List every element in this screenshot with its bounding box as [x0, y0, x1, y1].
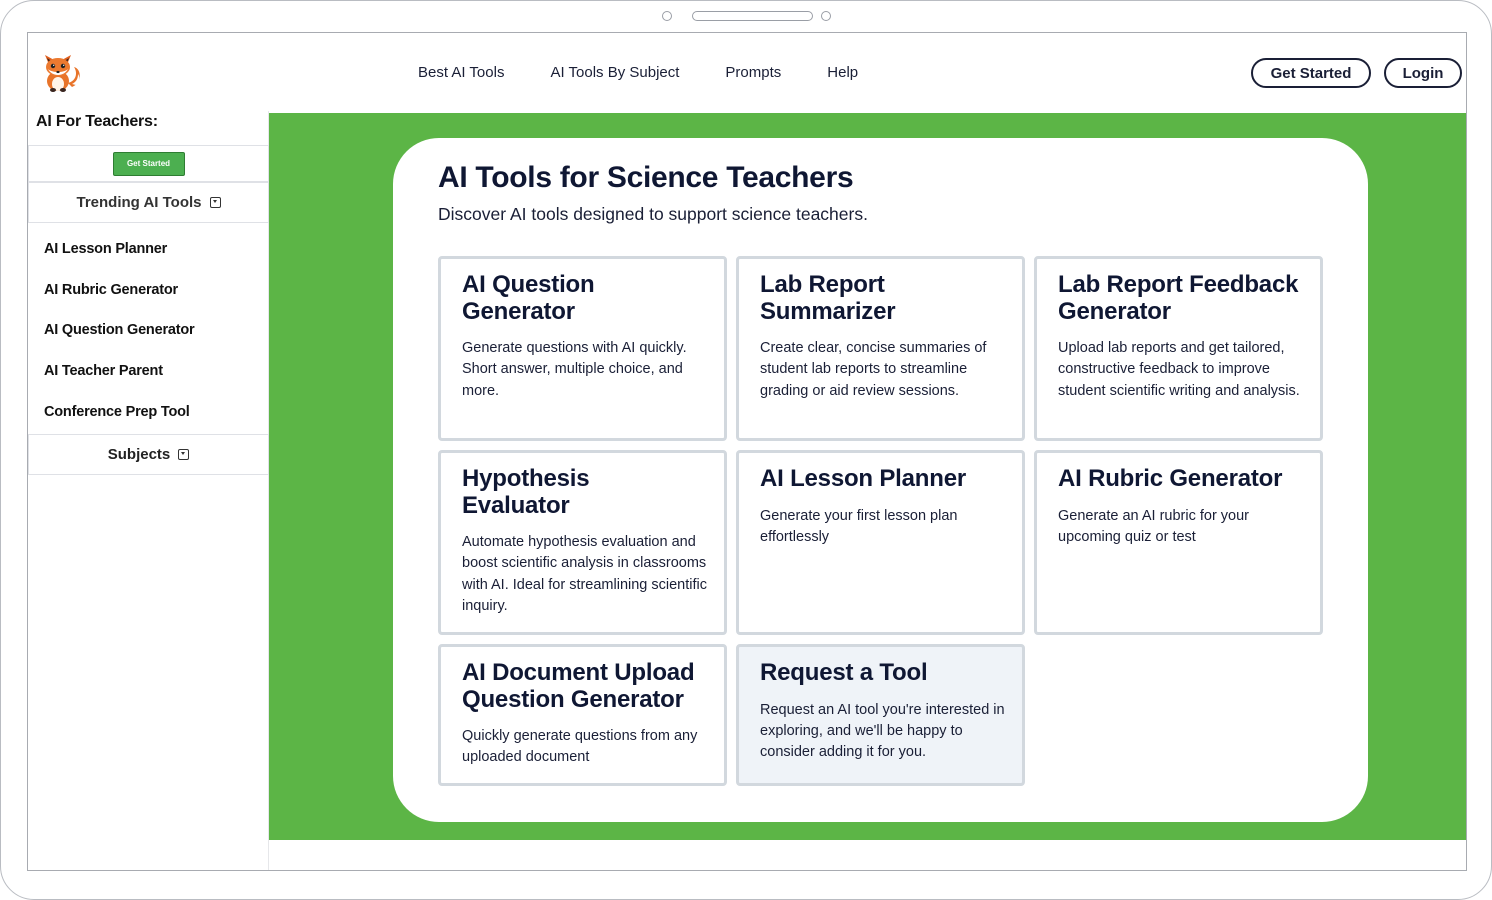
- sidebar-title: AI For Teachers:: [36, 113, 158, 130]
- sidebar-item-rubric-generator[interactable]: AI Rubric Generator: [44, 270, 195, 311]
- subjects-toggle[interactable]: Subjects: [28, 434, 269, 475]
- tool-card-desc: Generate an AI rubric for your upcoming …: [1058, 507, 1250, 545]
- sensor-dot: [821, 11, 831, 21]
- sidebar-get-started-button[interactable]: Get Started: [112, 151, 185, 176]
- sidebar-item-question-generator[interactable]: AI Question Generator: [44, 310, 195, 351]
- subjects-label: Subjects: [107, 446, 171, 463]
- get-started-button[interactable]: Get Started: [1251, 58, 1371, 88]
- tool-card-title: Lab Report Summarizer: [760, 271, 896, 325]
- sidebar-item-lesson-planner[interactable]: AI Lesson Planner: [44, 229, 195, 270]
- tablet-frame: Best AI Tools AI Tools By Subject Prompt…: [0, 0, 1492, 900]
- tool-card-title: AI Rubric Generator: [1058, 465, 1283, 492]
- trending-tools-label: Trending AI Tools: [76, 194, 202, 211]
- dropdown-caret-icon: [209, 197, 221, 208]
- dropdown-caret-icon: [178, 449, 190, 460]
- sidebar-item-teacher-parent[interactable]: AI Teacher Parent: [44, 351, 195, 392]
- tool-card-desc: Upload lab reports and get tailored, con…: [1058, 340, 1300, 399]
- sidebar-get-started-row: Get Started: [28, 145, 269, 182]
- sidebar-item-conference-prep[interactable]: Conference Prep Tool: [44, 392, 195, 433]
- tool-grid: AI Question Generator Generate questions…: [438, 256, 1324, 786]
- tool-card-desc: Request an AI tool you're interested in …: [760, 701, 1005, 761]
- tool-card-desc: Quickly generate questions from any uplo…: [462, 728, 698, 766]
- tool-card-desc: Create clear, concise summaries of stude…: [760, 340, 987, 399]
- tool-card-desc: Generate questions with AI quickly. Shor…: [462, 340, 687, 399]
- fox-logo-icon[interactable]: [36, 47, 84, 95]
- nav-best-ai-tools[interactable]: Best AI Tools: [418, 64, 504, 81]
- request-tool-card[interactable]: Request a Tool Request an AI tool you're…: [736, 644, 1025, 786]
- tool-card-title: AI Question Generator: [462, 271, 595, 325]
- tool-card[interactable]: AI Lesson Planner Generate your first le…: [736, 450, 1025, 635]
- tool-card[interactable]: Lab Report Summarizer Create clear, conc…: [736, 256, 1025, 441]
- nav-prompts[interactable]: Prompts: [725, 64, 781, 81]
- tool-card[interactable]: Lab Report Feedback Generator Upload lab…: [1034, 256, 1323, 441]
- tool-card-desc: Generate your first lesson plan effortle…: [760, 507, 958, 545]
- tool-card[interactable]: Hypothesis Evaluator Automate hypothesis…: [438, 450, 727, 635]
- tool-card-title: AI Lesson Planner: [760, 465, 966, 492]
- tools-panel: AI Tools for Science Teachers Discover A…: [393, 138, 1368, 822]
- nav-ai-tools-by-subject[interactable]: AI Tools By Subject: [550, 64, 679, 81]
- tool-card-title: Request a Tool: [760, 659, 928, 686]
- tool-card-title: Lab Report Feedback Generator: [1058, 271, 1299, 325]
- camera-bar: [692, 11, 813, 21]
- tool-card[interactable]: AI Question Generator Generate questions…: [438, 256, 727, 441]
- sidebar: AI For Teachers: Get Started Trending AI…: [28, 111, 269, 870]
- tool-card-title: AI Document Upload Question Generator: [462, 659, 695, 713]
- tool-card-title: Hypothesis Evaluator: [462, 465, 590, 519]
- page-title: AI Tools for Science Teachers: [438, 161, 854, 194]
- sensor-dot: [662, 11, 672, 21]
- trending-tools-toggle[interactable]: Trending AI Tools: [28, 182, 269, 223]
- page-subtitle: Discover AI tools designed to support sc…: [438, 204, 868, 224]
- tool-card[interactable]: AI Rubric Generator Generate an AI rubri…: [1034, 450, 1323, 635]
- tool-card[interactable]: AI Document Upload Question Generator Qu…: [438, 644, 727, 786]
- tool-card-desc: Automate hypothesis evaluation and boost…: [462, 534, 707, 614]
- trending-tools-list: AI Lesson Planner AI Rubric Generator AI…: [44, 229, 195, 432]
- login-button[interactable]: Login: [1384, 58, 1462, 88]
- main-content: AI Tools for Science Teachers Discover A…: [269, 113, 1466, 840]
- main-nav: Best AI Tools AI Tools By Subject Prompt…: [418, 64, 858, 81]
- nav-help[interactable]: Help: [827, 64, 858, 81]
- browser-screen: Best AI Tools AI Tools By Subject Prompt…: [27, 32, 1467, 871]
